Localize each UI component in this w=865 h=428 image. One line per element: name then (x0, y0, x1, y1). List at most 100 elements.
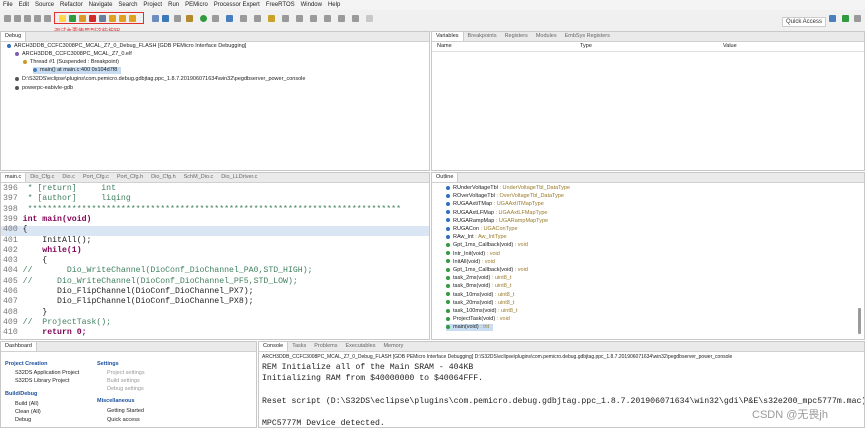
outline-item[interactable]: ROverVoltageTbl : OverVoltageTbl_DataTyp… (446, 193, 564, 200)
suspend-icon[interactable] (79, 15, 86, 22)
s32ds-library-project-link[interactable]: S32DS Library Project (15, 378, 69, 385)
code-line[interactable]: 396 * [return] int (3, 184, 116, 194)
pin-icon[interactable] (282, 15, 289, 22)
menu-help[interactable]: Help (325, 0, 343, 10)
menu-project[interactable]: Project (140, 0, 165, 10)
menu-freertos[interactable]: FreeRTOS (263, 0, 298, 10)
outline-item[interactable]: RAw_Int : Aw_IntType (446, 234, 507, 241)
outline-item[interactable]: task_100ms(void) : uint8_t (446, 308, 518, 315)
step-return-icon[interactable] (129, 15, 136, 22)
menu-navigate[interactable]: Navigate (86, 0, 116, 10)
code-line[interactable]: 406 Dio_FlipChannel(DioConf_DioChannel_P… (3, 287, 254, 297)
outline-item[interactable]: RUGAAxtiTMap : UGAAxtiTMapType (446, 201, 544, 208)
stack-frame-node[interactable]: main() at main.c:400 0x104d7f8 (33, 67, 122, 74)
menu-window[interactable]: Window (298, 0, 325, 10)
code-line[interactable]: 404 // Dio_WriteChannel(DioConf_DioChann… (3, 266, 313, 276)
menu-edit[interactable]: Edit (16, 0, 32, 10)
tab-registers[interactable]: Registers (501, 32, 532, 41)
hammer-icon[interactable] (44, 15, 51, 22)
code-line[interactable]: 400 { (3, 225, 28, 235)
annotation-icon[interactable] (310, 15, 317, 22)
nav-back-icon[interactable] (324, 15, 331, 22)
outline-item[interactable]: task_20ms(void) : uint8_t (446, 300, 514, 307)
server-node[interactable]: D:\S32DS\eclipse\plugins\com.pemicro.deb… (15, 76, 305, 83)
coverage-icon[interactable] (254, 15, 261, 22)
tab-variables[interactable]: Variables (432, 32, 464, 41)
pin-editor-icon[interactable] (366, 15, 373, 22)
menu-file[interactable]: File (0, 0, 16, 10)
tab-tasks[interactable]: Tasks (288, 342, 310, 351)
new-folder-icon[interactable] (268, 15, 275, 22)
outline-item[interactable]: RUGACon : UGAConType (446, 226, 518, 233)
tab-problems[interactable]: Problems (310, 342, 341, 351)
step-into-icon[interactable] (109, 15, 116, 22)
step-over-icon[interactable] (119, 15, 126, 22)
tab-schm-dio-c[interactable]: SchM_Dio.c (180, 173, 218, 182)
tab-dio-c[interactable]: Dio.c (58, 173, 79, 182)
run-icon[interactable] (200, 15, 207, 22)
perspective-cpp-icon[interactable] (829, 15, 836, 22)
outline-item[interactable]: RUGARampMap : UGARampMapType (446, 218, 548, 225)
thread-node[interactable]: Thread #1 (Suspended : Breakpoint) (23, 59, 119, 66)
terminate-icon[interactable] (89, 15, 96, 22)
outline-item[interactable]: Gpt_1ms_Callback(void) : void (446, 267, 528, 274)
profile-icon[interactable] (240, 15, 247, 22)
code-line[interactable]: 398 ************************************… (3, 205, 401, 215)
outline-item[interactable]: main(void) : int (446, 324, 494, 332)
tab-main-c[interactable]: main.c (1, 173, 27, 182)
tab-debug[interactable]: Debug (1, 32, 27, 41)
outline-item[interactable]: Gpt_1ms_Callback(void) : void (446, 242, 528, 249)
tab-dio-lldriver-c[interactable]: Dio_LLDriver.c (217, 173, 261, 182)
elf-node[interactable]: ARCH3DDB_CCFC3008PC_MCAL_Z7_0.elf (15, 51, 132, 58)
resume-icon[interactable] (69, 15, 76, 22)
quick-access-field[interactable]: Quick Access (782, 17, 827, 27)
menu-run[interactable]: Run (165, 0, 182, 10)
print-icon[interactable] (24, 15, 31, 22)
build-icon[interactable] (34, 15, 41, 22)
open-type-icon[interactable] (186, 15, 193, 22)
project-settings-link[interactable]: Project settings (107, 370, 145, 377)
tab-modules[interactable]: Modules (532, 32, 561, 41)
launch-node[interactable]: ARCH3DDB_CCFC3008PC_MCAL_Z7_0_Debug_FLAS… (7, 43, 246, 50)
code-line[interactable]: 403 { (3, 256, 47, 266)
mark-icon[interactable] (296, 15, 303, 22)
tab-embsys-registers[interactable]: EmbSys Registers (561, 32, 614, 41)
menu-processor-expert[interactable]: Processor Expert (211, 0, 263, 10)
perspective-debug-icon[interactable] (842, 15, 849, 22)
clean-all-button[interactable]: Clean (All) (15, 409, 41, 416)
disconnect-icon[interactable] (99, 15, 106, 22)
tab-memory[interactable]: Memory (379, 342, 407, 351)
debug-button[interactable]: Debug (15, 417, 31, 424)
external-tools-icon[interactable] (212, 15, 219, 22)
tab-outline[interactable]: Outline (432, 173, 459, 182)
menu-refactor[interactable]: Refactor (57, 0, 86, 10)
column-value[interactable]: Value (723, 43, 737, 50)
build-all-button[interactable]: Build (All) (15, 401, 39, 408)
tab-executables[interactable]: Executables (341, 342, 379, 351)
menu-pemicro[interactable]: PEMicro (182, 0, 211, 10)
debug-bug-icon[interactable] (226, 15, 233, 22)
outline-item[interactable]: task_2ms(void) : uint8_t (446, 275, 511, 282)
outline-item[interactable]: ProjectTask(void) : void (446, 316, 510, 323)
menu-source[interactable]: Source (32, 0, 57, 10)
search-icon[interactable] (174, 15, 181, 22)
code-line[interactable]: 407 Dio_FlipChannel(DioConf_DioChannel_P… (3, 297, 254, 307)
s32ds-application-project-link[interactable]: S32DS Application Project (15, 370, 79, 377)
column-type[interactable]: Type (580, 43, 592, 50)
code-line[interactable]: 410 return 0; (3, 328, 87, 338)
tab-breakpoints[interactable]: Breakpoints (464, 32, 501, 41)
outline-item[interactable]: Intr_Init(void) : void (446, 251, 500, 258)
outline-item[interactable]: InitAll(void) : void (446, 259, 495, 266)
build-settings-link[interactable]: Build settings (107, 378, 140, 385)
tab-dio-cfg-h[interactable]: Dio_Cfg.h (147, 173, 179, 182)
debug-settings-link[interactable]: Debug settings (107, 386, 144, 393)
outline-item[interactable]: RUGAAxtLFMap : UGAAxtLFMapType (446, 210, 547, 217)
run-config-icon[interactable] (152, 15, 159, 22)
outline-item[interactable]: task_10ms(void) : uint8_t (446, 292, 514, 299)
tab-dashboard[interactable]: Dashboard (1, 342, 37, 351)
quick-access-link[interactable]: Quick access (107, 417, 140, 424)
menu-search[interactable]: Search (115, 0, 140, 10)
outline-scrollbar[interactable] (858, 308, 861, 334)
tab-port-cfg-c[interactable]: Port_Cfg.c (79, 173, 113, 182)
code-line[interactable]: 405 // Dio_WriteChannel(DioConf_DioChann… (3, 277, 298, 287)
